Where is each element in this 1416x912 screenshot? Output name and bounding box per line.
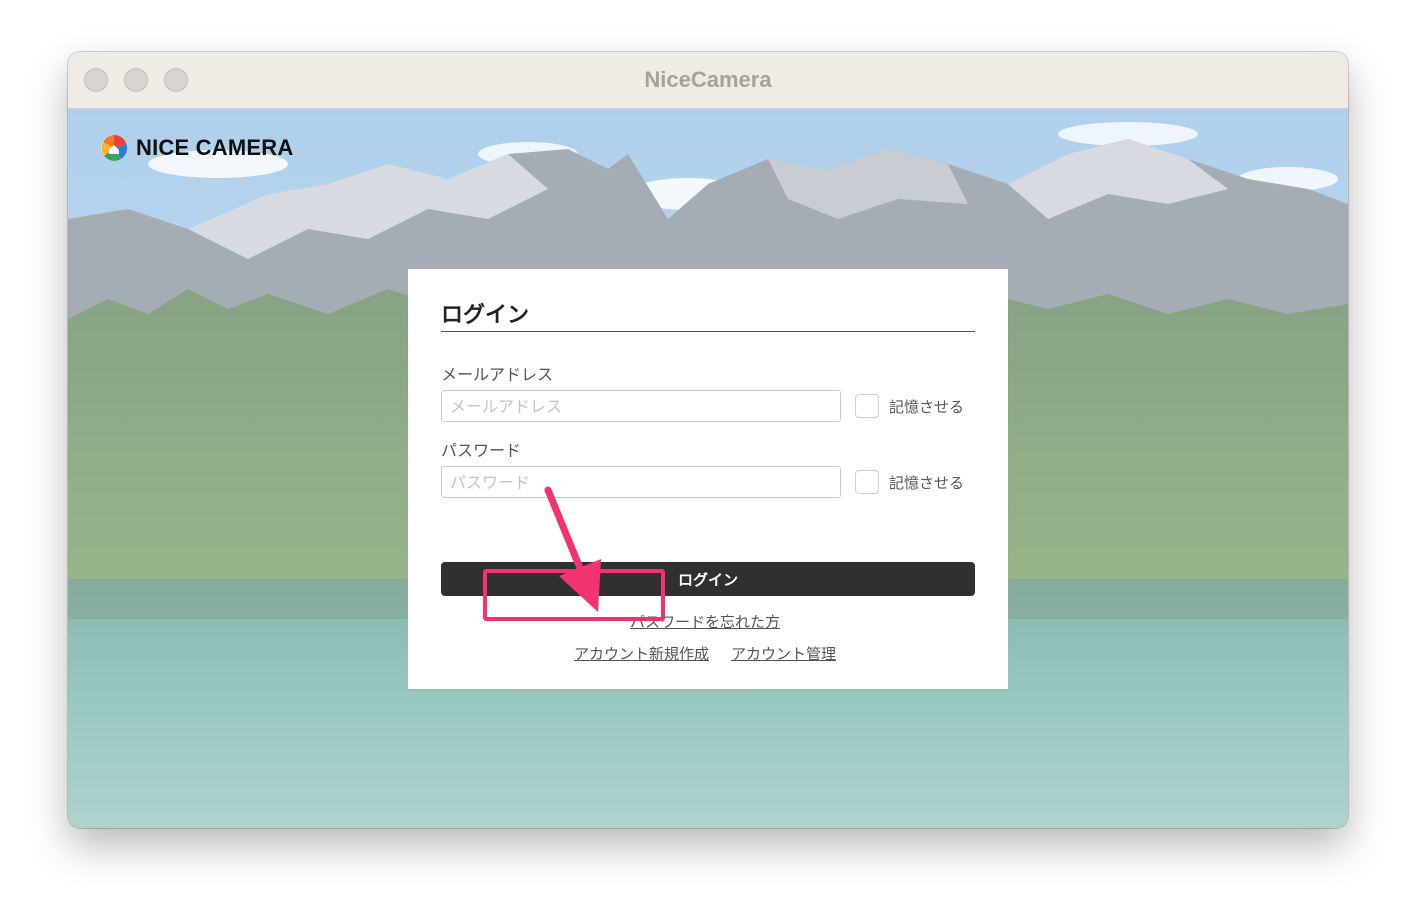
main-content: NICE CAMERA ログイン メールアドレス 記憶させる パスワード 記憶さ… <box>68 109 1348 828</box>
email-label: メールアドレス <box>441 365 554 384</box>
aperture-logo-icon <box>101 134 128 161</box>
password-label: パスワード <box>441 441 522 460</box>
manage-account-link[interactable]: アカウント管理 <box>731 643 836 664</box>
password-field[interactable] <box>441 466 841 498</box>
login-heading: ログイン <box>441 303 530 328</box>
title-bar: NiceCamera <box>68 52 1348 109</box>
email-remember-checkbox[interactable] <box>855 394 879 418</box>
password-remember[interactable]: 記憶させる <box>855 468 964 496</box>
password-remember-label: 記憶させる <box>889 473 965 492</box>
login-card: ログイン メールアドレス 記憶させる パスワード 記憶させる ログイン パスワー… <box>408 269 1008 689</box>
app-window: NiceCamera NICE CAMERA ログイン メールアドレス メールア… <box>68 52 1348 828</box>
password-remember-checkbox[interactable] <box>855 470 879 494</box>
heading-divider <box>441 331 975 332</box>
email-remember-label: 記憶させる <box>889 397 965 416</box>
window-title: NiceCamera <box>644 67 772 92</box>
create-account-link[interactable]: アカウント新規作成 <box>574 643 709 664</box>
annotation-highlight-box <box>483 569 665 621</box>
brand-name: NICE CAMERA <box>136 135 294 160</box>
email-field[interactable] <box>441 390 841 422</box>
email-remember[interactable]: 記憶させる <box>855 392 964 420</box>
brand: NICE CAMERA <box>100 131 293 165</box>
